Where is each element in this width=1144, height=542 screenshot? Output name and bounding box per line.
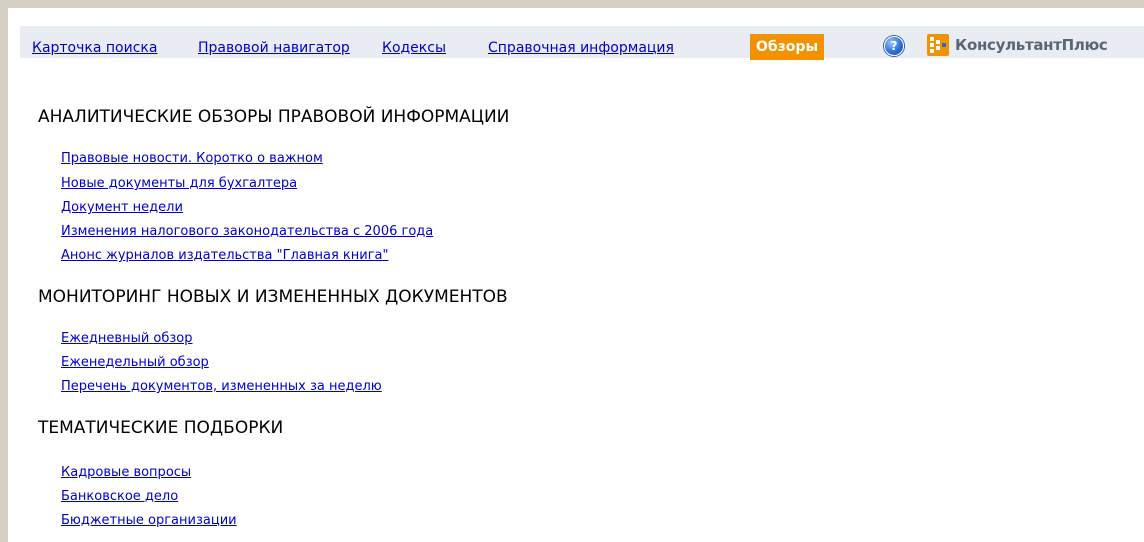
link-journal-announce[interactable]: Анонс журналов издательства "Главная кни… bbox=[61, 247, 388, 265]
link-new-docs-accountant[interactable]: Новые документы для бухгалтера bbox=[61, 175, 297, 193]
help-icon[interactable]: ? bbox=[884, 36, 904, 56]
link-legal-news[interactable]: Правовые новости. Коротко о важном bbox=[61, 150, 323, 168]
link-banking[interactable]: Банковское дело bbox=[61, 488, 178, 506]
section-title-thematic: ТЕМАТИЧЕСКИЕ ПОДБОРКИ bbox=[38, 418, 284, 438]
section-title-analytical: АНАЛИТИЧЕСКИЕ ОБЗОРЫ ПРАВОВОЙ ИНФОРМАЦИИ bbox=[38, 107, 510, 127]
nav-link-legal-navigator[interactable]: Правовой навигатор bbox=[198, 39, 350, 57]
link-document-of-week[interactable]: Документ недели bbox=[61, 199, 183, 217]
link-daily-review[interactable]: Ежедневный обзор bbox=[61, 330, 193, 348]
link-changed-docs-list[interactable]: Перечень документов, измененных за недел… bbox=[61, 378, 382, 396]
page-frame: Карточка поиска Правовой навигатор Кодек… bbox=[8, 8, 1144, 542]
consultant-plus-logo-icon bbox=[927, 34, 949, 56]
section-title-monitoring: МОНИТОРИНГ НОВЫХ И ИЗМЕНЕННЫХ ДОКУМЕНТОВ bbox=[38, 287, 508, 307]
nav-tab-reviews-active[interactable]: Обзоры bbox=[750, 34, 825, 60]
nav-link-codes[interactable]: Кодексы bbox=[382, 39, 446, 57]
link-hr-questions[interactable]: Кадровые вопросы bbox=[61, 464, 191, 482]
link-tax-law-changes[interactable]: Изменения налогового законодательства с … bbox=[61, 223, 433, 241]
link-weekly-review[interactable]: Еженедельный обзор bbox=[61, 354, 209, 372]
reviews-content: АНАЛИТИЧЕСКИЕ ОБЗОРЫ ПРАВОВОЙ ИНФОРМАЦИИ… bbox=[8, 68, 1144, 542]
brand-name: КонсультантПлюс bbox=[955, 36, 1108, 54]
link-budget-orgs[interactable]: Бюджетные организации bbox=[61, 512, 237, 530]
nav-link-reference-info[interactable]: Справочная информация bbox=[488, 39, 674, 57]
top-toolbar: Карточка поиска Правовой навигатор Кодек… bbox=[8, 8, 1144, 60]
nav-link-search-card[interactable]: Карточка поиска bbox=[32, 39, 157, 57]
